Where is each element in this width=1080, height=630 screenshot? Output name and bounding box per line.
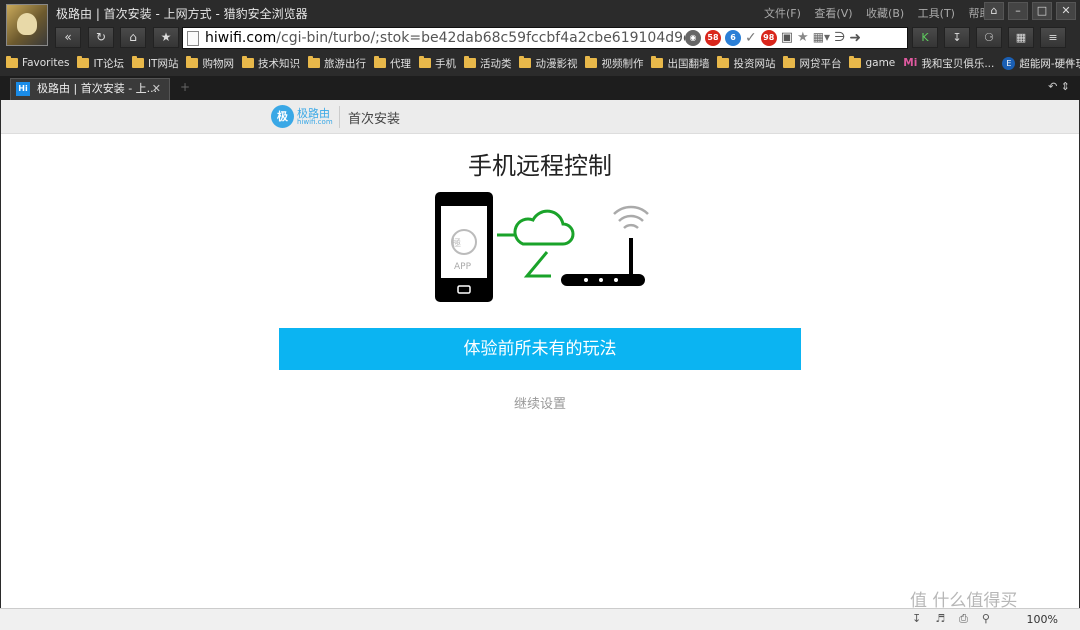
hiwifi-logo[interactable]: 极 极路由 hiwifi.com [271,104,333,130]
menu-view[interactable]: 查看(V) [814,7,852,20]
svg-text:極: 極 [452,237,461,249]
continue-setup-link[interactable]: 继续设置 [1,393,1079,412]
compat-icon[interactable]: ◉ [685,30,701,46]
header-title: 首次安装 [348,112,401,127]
menu-icon[interactable]: ≡ [1040,27,1066,48]
folder-icon [651,56,664,68]
folder-icon [77,56,90,68]
badge-98-icon[interactable]: 98 [760,30,777,46]
bookmark-folder[interactable]: 投资网站 [717,56,775,71]
bookmark-folder[interactable]: IT论坛 [77,56,124,71]
download-status-icon[interactable]: ↧ [912,612,921,626]
new-tab-icon[interactable]: + [180,80,190,94]
try-now-button[interactable]: 体验前所未有的玩法 [279,328,801,370]
search-icon[interactable]: ⚲ [982,612,990,626]
bookmark-folder[interactable]: 活动类 [463,56,511,71]
download-icon[interactable]: ↧ [944,27,970,48]
favorite-star-icon[interactable]: ★ [797,30,809,46]
bookmark-favorites[interactable]: Favorites [6,56,69,69]
translate-icon[interactable]: ∋ [834,30,845,46]
k-icon[interactable]: K [912,27,938,48]
tab-active[interactable]: Hi 极路由 | 首次安装 - 上... ✕ [10,78,170,100]
menu-tools[interactable]: 工具(T) [918,7,955,20]
minimize-button[interactable]: – [1008,2,1028,20]
tab-title: 极路由 | 首次安装 - 上... [37,82,158,95]
bookmark-folder[interactable]: IT网站 [131,56,178,71]
check-icon[interactable]: ✓ [745,30,757,46]
zoom-level[interactable]: 100% [1027,613,1058,626]
back-icon[interactable]: « [55,27,81,48]
tab-favicon: Hi [16,82,30,96]
badge-58-icon[interactable]: 58 [705,30,721,46]
folder-icon [849,56,862,68]
bookmark-folder[interactable]: 手机 [418,56,456,71]
header-divider [339,106,340,128]
title-bar: 极路由 | 首次安装 - 上网方式 - 猎豹安全浏览器 文件(F) 查看(V) … [0,0,1080,46]
folder-icon [463,56,476,68]
status-bar: ↧ ♬ ⎙ ⚲ 100% [0,608,1080,630]
bookmark-folder[interactable]: 动漫影视 [519,56,577,71]
home-icon[interactable]: ⌂ [120,27,146,48]
bookmark-folder[interactable]: 技术知识 [241,56,300,71]
bookmark-folder[interactable]: 代理 [373,56,411,71]
cart-icon[interactable]: ▦ [1008,27,1034,48]
watermark: 值 什么值得买 [910,591,1018,611]
cloud-icon [497,209,575,278]
restore-tab-icon[interactable]: ↶ ⇕ [1048,80,1070,93]
nav-toolbar: « ↻ ⌂ ★ hiwifi.com/cgi-bin/turbo/;stok=b… [0,24,1080,52]
router-icon [561,205,649,286]
print-icon[interactable]: ⎙ [959,612,968,626]
bookmarks-overflow-icon[interactable]: » [1067,56,1074,69]
page-icon [187,31,199,46]
browser-window: 极路由 | 首次安装 - 上网方式 - 猎豹安全浏览器 文件(F) 查看(V) … [0,0,1080,630]
bookmark-folder[interactable]: 购物网 [186,56,234,71]
folder-icon [418,56,431,68]
gamepad-icon[interactable]: ⚆ [976,27,1002,48]
tab-close-icon[interactable]: ✕ [152,79,161,99]
folder-icon [241,56,254,68]
site-header: 极 极路由 hiwifi.com 首次安装 [1,100,1079,134]
phone-icon: 極 APP [435,192,493,302]
skin-button[interactable]: ⌂ [984,2,1004,20]
folder-icon [307,56,320,68]
folder-icon [131,56,144,68]
folder-icon [373,56,386,68]
mi-icon: Mi [903,57,918,69]
screen-icon[interactable]: ▣ [781,30,793,46]
page-content: 极 极路由 hiwifi.com 首次安装 手机远程控制 極 APP 体验前所未… [1,100,1079,608]
bookmark-folder[interactable]: 视频制作 [585,56,643,71]
bookmark-folder[interactable]: 旅游出行 [307,56,366,71]
refresh-icon[interactable]: ↻ [88,27,114,48]
go-arrow-icon[interactable]: ➜ [849,30,861,46]
bookmark-folder[interactable]: game [849,56,895,69]
sound-icon[interactable]: ♬ [935,612,945,626]
svg-text:APP: APP [454,262,472,272]
bookmark-link[interactable]: Mi 我和宝贝俱乐... [903,56,994,71]
remote-control-illustration: 極 APP [435,192,649,302]
url-text[interactable]: hiwifi.com/cgi-bin/turbo/;stok=be42dab68… [205,30,685,46]
close-window-button[interactable]: ✕ [1056,2,1076,20]
menu-favorites[interactable]: 收藏(B) [866,7,904,20]
folder-icon [186,56,199,68]
qr-icon[interactable]: ▦▾ [813,30,830,46]
folder-icon [783,56,796,68]
address-bar[interactable]: hiwifi.com/cgi-bin/turbo/;stok=be42dab68… [182,27,908,49]
page-heading: 手机远程控制 [468,152,612,180]
menu-file[interactable]: 文件(F) [764,7,801,20]
star-icon[interactable]: ★ [153,27,179,48]
folder-icon [6,56,18,68]
bookmarks-bar: Favorites IT论坛 IT网站 购物网 技术知识 旅游出行 代理 手机 … [0,52,1080,74]
tab-strip: Hi 极路由 | 首次安装 - 上... ✕ + ↶ ⇕ [0,76,1080,100]
menu-bar: 文件(F) 查看(V) 收藏(B) 工具(T) 帮助 [764,5,1000,21]
folder-icon [585,56,598,68]
e-icon: E [1002,56,1016,70]
bookmark-folder[interactable]: 网贷平台 [783,56,841,71]
maximize-button[interactable]: □ [1032,2,1052,20]
bookmark-folder[interactable]: 出国翻墙 [651,56,709,71]
six-icon[interactable]: 6 [725,30,741,46]
folder-icon [519,56,532,68]
logo-icon: 极 [271,105,294,128]
folder-icon [717,56,730,68]
window-title: 极路由 | 首次安装 - 上网方式 - 猎豹安全浏览器 [56,7,308,21]
